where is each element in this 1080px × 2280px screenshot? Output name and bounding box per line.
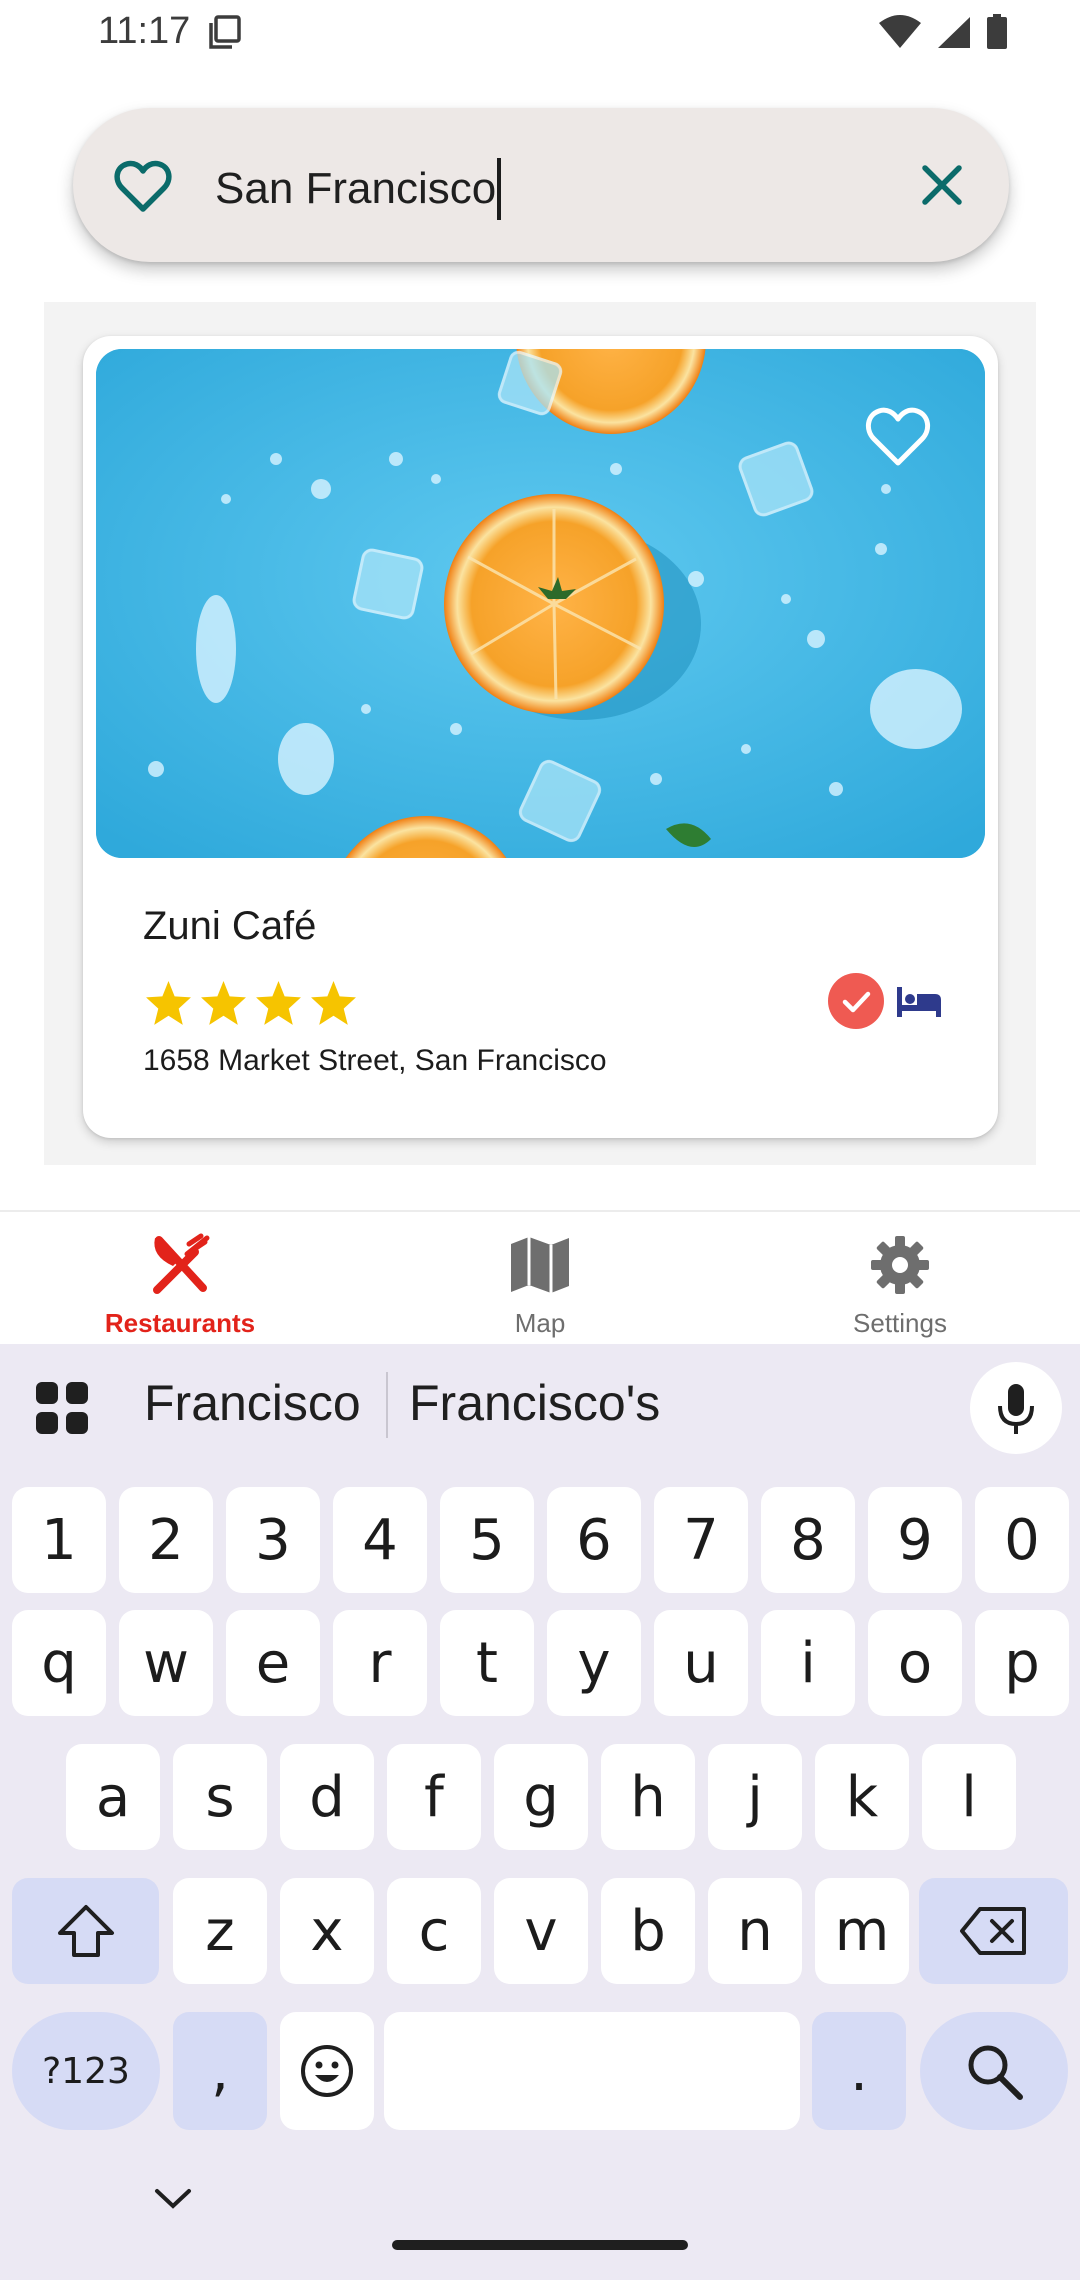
restaurant-name: Zuni Café <box>143 904 317 948</box>
key-a[interactable]: a <box>66 1744 160 1850</box>
voice-input-button[interactable] <box>970 1362 1062 1454</box>
star-icon <box>311 981 356 1025</box>
screenshot-icon <box>209 15 241 49</box>
heart-outline-icon[interactable] <box>113 158 173 214</box>
backspace-icon <box>959 1907 1026 1955</box>
key-c[interactable]: c <box>387 1878 481 1984</box>
key-0[interactable]: 0 <box>975 1487 1069 1593</box>
close-icon[interactable] <box>917 160 967 210</box>
key-6[interactable]: 6 <box>547 1487 641 1593</box>
key-t[interactable]: t <box>440 1610 534 1716</box>
gear-icon <box>871 1236 929 1294</box>
key-7[interactable]: 7 <box>654 1487 748 1593</box>
key-4[interactable]: 4 <box>333 1487 427 1593</box>
suggestion-2[interactable]: Francisco's <box>409 1374 660 1432</box>
key-x[interactable]: x <box>280 1878 374 1984</box>
bottom-navigation: Restaurants Map Settings <box>0 1210 1080 1344</box>
nav-label-settings: Settings <box>853 1308 947 1338</box>
nav-label-map: Map <box>514 1308 566 1338</box>
bed-icon <box>897 987 941 1017</box>
favorite-heart-icon[interactable] <box>863 405 933 469</box>
key-r[interactable]: r <box>333 1610 427 1716</box>
key-w[interactable]: w <box>119 1610 213 1716</box>
status-bar: 11:17 <box>0 0 1080 68</box>
microphone-icon <box>998 1384 1034 1434</box>
nav-label-restaurants: Restaurants <box>104 1308 256 1338</box>
key-8[interactable]: 8 <box>761 1487 855 1593</box>
rating-stars <box>143 978 359 1029</box>
status-time: 11:17 <box>98 10 191 52</box>
key-i[interactable]: i <box>761 1610 855 1716</box>
star-icon <box>146 981 191 1025</box>
search-icon <box>968 2045 1023 2100</box>
restaurant-photo <box>96 349 985 858</box>
key-d[interactable]: d <box>280 1744 374 1850</box>
nav-item-map[interactable]: Map <box>360 1212 720 1346</box>
key-u[interactable]: u <box>654 1610 748 1716</box>
battery-icon <box>987 14 1007 49</box>
apps-grid-icon[interactable] <box>34 1380 90 1436</box>
suggestion-divider <box>386 1372 388 1438</box>
key-v[interactable]: v <box>494 1878 588 1984</box>
text-cursor <box>497 158 502 220</box>
key-m[interactable]: m <box>815 1878 909 1984</box>
key-n[interactable]: n <box>708 1878 802 1984</box>
app-screen: 11:17 San Francisco Zuni Café 1658 Marke… <box>0 0 1080 2280</box>
key-q[interactable]: q <box>12 1610 106 1716</box>
shift-icon <box>57 1905 114 1957</box>
key-f[interactable]: f <box>387 1744 481 1850</box>
check-circle-icon <box>828 973 884 1029</box>
shift-key[interactable] <box>12 1878 159 1984</box>
key-o[interactable]: o <box>868 1610 962 1716</box>
symbols-key[interactable]: ?123 <box>12 2012 160 2130</box>
emoji-icon <box>301 2045 353 2097</box>
key-k[interactable]: k <box>815 1744 909 1850</box>
key-p[interactable]: p <box>975 1610 1069 1716</box>
star-icon <box>256 981 301 1025</box>
key-s[interactable]: s <box>173 1744 267 1850</box>
key-3[interactable]: 3 <box>226 1487 320 1593</box>
map-icon <box>511 1237 569 1293</box>
nav-item-settings[interactable]: Settings <box>720 1212 1080 1346</box>
key-5[interactable]: 5 <box>440 1487 534 1593</box>
search-bar[interactable]: San Francisco <box>73 108 1009 262</box>
suggestion-1[interactable]: Francisco <box>144 1374 361 1432</box>
key-1[interactable]: 1 <box>12 1487 106 1593</box>
key-e[interactable]: e <box>226 1610 320 1716</box>
search-action-key[interactable] <box>920 2012 1068 2130</box>
key-g[interactable]: g <box>494 1744 588 1850</box>
suggestion-strip: Francisco Francisco's <box>0 1344 1080 1464</box>
home-gesture-bar[interactable] <box>392 2240 688 2250</box>
wifi-icon <box>879 15 921 48</box>
oranges-photo <box>96 349 985 858</box>
restaurant-icon <box>153 1233 210 1294</box>
nav-item-restaurants[interactable]: Restaurants <box>0 1212 360 1346</box>
key-y[interactable]: y <box>547 1610 641 1716</box>
restaurant-card[interactable]: Zuni Café 1658 Market Street, San Franci… <box>83 336 998 1138</box>
key-b[interactable]: b <box>601 1878 695 1984</box>
key-2[interactable]: 2 <box>119 1487 213 1593</box>
emoji-key[interactable] <box>280 2012 374 2130</box>
status-icons <box>878 14 1008 50</box>
search-query-text: San Francisco <box>215 164 497 213</box>
space-key[interactable] <box>384 2012 800 2130</box>
restaurant-address: 1658 Market Street, San Francisco <box>143 1044 607 1077</box>
key-j[interactable]: j <box>708 1744 802 1850</box>
key-h[interactable]: h <box>601 1744 695 1850</box>
key-z[interactable]: z <box>173 1878 267 1984</box>
key-9[interactable]: 9 <box>868 1487 962 1593</box>
soft-keyboard: Francisco Francisco's 1234567890 qwertyui… <box>0 1344 1080 2280</box>
star-icon <box>201 981 246 1025</box>
period-key[interactable]: . <box>812 2012 906 2130</box>
search-input[interactable]: San Francisco <box>215 158 502 220</box>
comma-key[interactable]: , <box>173 2012 267 2130</box>
key-l[interactable]: l <box>922 1744 1016 1850</box>
signal-icon <box>938 17 970 48</box>
backspace-key[interactable] <box>919 1878 1068 1984</box>
keyboard-hide-chevron-icon[interactable] <box>153 2186 193 2212</box>
